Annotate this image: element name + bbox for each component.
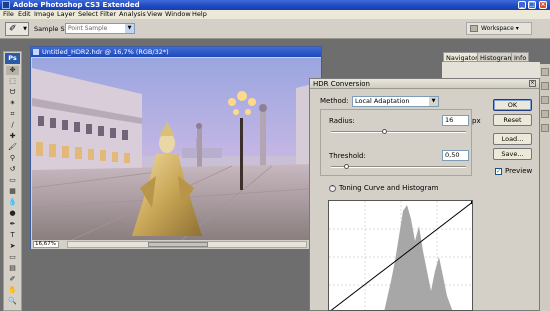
radius-slider-knob[interactable] — [382, 129, 387, 134]
load-button[interactable]: Load... — [493, 133, 532, 145]
panel-dock-icon[interactable] — [541, 68, 549, 76]
healing-brush-icon[interactable]: ✚ — [6, 132, 19, 141]
tool-preset-picker[interactable]: ✐ ▼ — [5, 22, 29, 36]
sample-size-value: Point Sample — [68, 25, 108, 32]
gradient-tool-icon[interactable]: ▦ — [6, 187, 19, 196]
menu-bar: File Edit Image Layer Select Filter Anal… — [0, 10, 550, 19]
venice-photo — [32, 58, 321, 240]
ps-logo: Ps — [5, 53, 20, 64]
magic-wand-tool-icon[interactable]: ✶ — [6, 99, 19, 108]
save-button[interactable]: Save... — [493, 148, 532, 160]
eraser-tool-icon[interactable]: ▭ — [6, 176, 19, 185]
method-select[interactable]: Local Adaptation ▼ — [352, 96, 439, 107]
document-canvas[interactable] — [32, 58, 321, 240]
panel-dock-icon[interactable] — [541, 82, 549, 90]
chevron-down-icon: ▼ — [429, 97, 438, 106]
marquee-tool-icon[interactable]: ⬚ — [6, 77, 19, 86]
method-value: Local Adaptation — [355, 97, 410, 105]
notes-tool-icon[interactable]: ▤ — [6, 264, 19, 273]
document-status-bar: 16,67% — [31, 240, 321, 249]
document-window: Untitled_HDR2.hdr @ 16,7% (RGB/32*) 16,6… — [30, 46, 322, 249]
threshold-label: Threshold: — [329, 152, 366, 160]
menu-select[interactable]: Select — [78, 10, 98, 19]
menu-edit[interactable]: Edit — [18, 10, 31, 19]
threshold-input[interactable]: 0,50 — [442, 150, 469, 161]
document-title: Untitled_HDR2.hdr @ 16,7% (RGB/32*) — [42, 48, 169, 56]
dialog-title: HDR Conversion — [313, 80, 370, 88]
dialog-title-bar[interactable]: HDR Conversion × — [310, 79, 539, 89]
photoshop-app-icon — [2, 1, 10, 9]
workspace-icon — [470, 25, 478, 32]
radius-slider[interactable] — [331, 131, 466, 133]
tab-info[interactable]: Info — [511, 52, 530, 62]
pen-tool-icon[interactable]: ✒ — [6, 220, 19, 229]
radius-input[interactable]: 16 — [442, 115, 469, 126]
toolbox: Ps ✥ ⬚ ᗢ ✶ ⌗ ∕ ✚ 🖌 ⚲ ↺ ▭ ▦ 💧 ● ✒ T ➤ ▭ ▤ ✐ ✋ 🔍 — [3, 51, 22, 311]
zoom-tool-icon[interactable]: 🔍 — [6, 297, 19, 306]
toning-curve-label: Toning Curve and Histogram — [339, 184, 439, 192]
preview-label: Preview — [505, 167, 533, 175]
zoom-level-field[interactable]: 16,67% — [33, 241, 59, 248]
photoshop-window: Adobe Photoshop CS3 Extended _ □ × File … — [0, 0, 550, 311]
hand-tool-icon[interactable]: ✋ — [6, 286, 19, 295]
document-title-bar[interactable]: Untitled_HDR2.hdr @ 16,7% (RGB/32*) — [31, 47, 321, 57]
chevron-down-icon: ▼ — [23, 26, 27, 32]
eyedropper-icon: ✐ — [9, 24, 17, 34]
title-bar: Adobe Photoshop CS3 Extended _ □ × — [0, 0, 550, 10]
close-icon[interactable]: × — [539, 1, 547, 9]
path-selection-icon[interactable]: ➤ — [6, 242, 19, 251]
menu-help[interactable]: Help — [192, 10, 207, 19]
horizontal-scrollbar[interactable] — [67, 241, 307, 248]
options-bar: ✐ ▼ Sample Size: Point Sample ▼ Workspac… — [0, 19, 550, 39]
threshold-slider[interactable] — [331, 166, 466, 168]
menu-filter[interactable]: Filter — [100, 10, 116, 19]
document-icon — [33, 49, 39, 55]
type-tool-icon[interactable]: T — [6, 231, 19, 240]
radius-unit: px — [472, 117, 481, 125]
slice-tool-icon[interactable]: ∕ — [6, 121, 19, 130]
clone-stamp-icon[interactable]: ⚲ — [6, 154, 19, 163]
menu-image[interactable]: Image — [34, 10, 54, 19]
crop-tool-icon[interactable]: ⌗ — [6, 110, 19, 119]
dodge-tool-icon[interactable]: ● — [6, 209, 19, 218]
menu-file[interactable]: File — [3, 10, 14, 19]
shape-tool-icon[interactable]: ▭ — [6, 253, 19, 262]
close-icon[interactable]: × — [529, 80, 536, 87]
expand-toggle-icon[interactable]: ⌃ — [329, 185, 336, 192]
brush-tool-icon[interactable]: 🖌 — [6, 143, 19, 152]
curve-endpoint[interactable] — [471, 201, 473, 204]
move-tool-icon[interactable]: ✥ — [6, 66, 19, 75]
maximize-icon[interactable]: □ — [528, 1, 536, 9]
chevron-down-icon: ▼ — [125, 24, 134, 33]
menu-layer[interactable]: Layer — [57, 10, 75, 19]
panel-dock-icon[interactable] — [541, 96, 549, 104]
tab-navigator[interactable]: Navigator — [443, 52, 481, 62]
ok-button[interactable]: OK — [493, 99, 532, 111]
menu-view[interactable]: View — [147, 10, 162, 19]
eyedropper-tool-icon[interactable]: ✐ — [6, 275, 19, 284]
scrollbar-thumb[interactable] — [148, 242, 208, 247]
lasso-tool-icon[interactable]: ᗢ — [6, 88, 19, 97]
preview-checkbox[interactable]: ✓ — [495, 168, 502, 175]
histogram-graph — [329, 201, 473, 310]
blur-tool-icon[interactable]: 💧 — [6, 198, 19, 207]
workspace-button[interactable]: Workspace ▾ — [466, 22, 532, 35]
workspace-label: Workspace ▾ — [481, 25, 519, 32]
panel-dock-icon[interactable] — [541, 110, 549, 118]
radius-label: Radius: — [329, 117, 355, 125]
panel-dock-icon[interactable] — [541, 124, 549, 132]
history-brush-icon[interactable]: ↺ — [6, 165, 19, 174]
menu-analysis[interactable]: Analysis — [119, 10, 146, 19]
reset-button[interactable]: Reset — [493, 114, 532, 126]
method-label: Method: — [320, 97, 349, 105]
sample-size-select[interactable]: Point Sample ▼ — [65, 23, 135, 34]
toning-curve-editor[interactable] — [328, 200, 473, 311]
menu-window[interactable]: Window — [165, 10, 191, 19]
minimize-icon[interactable]: _ — [518, 1, 526, 9]
app-title: Adobe Photoshop CS3 Extended — [13, 1, 140, 9]
